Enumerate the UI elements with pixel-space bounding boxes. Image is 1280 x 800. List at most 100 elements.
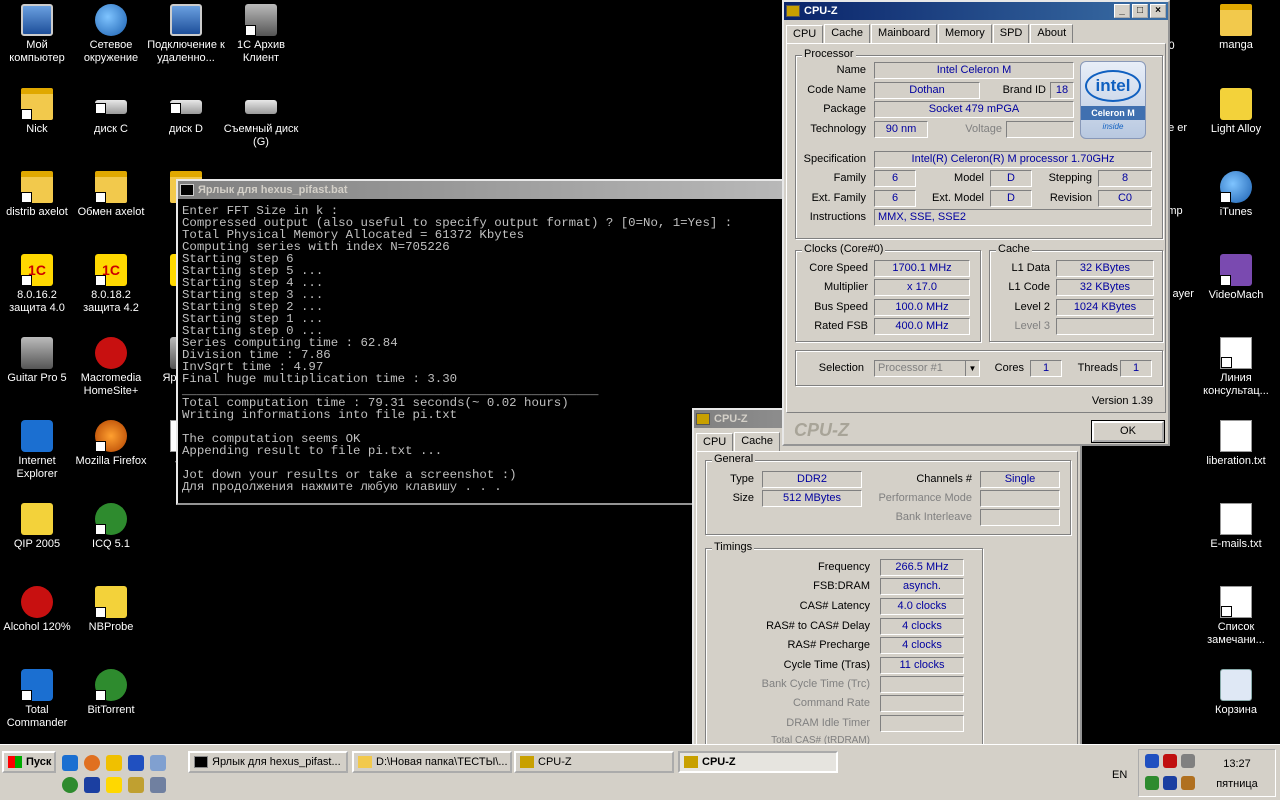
icq-icon[interactable]: ICQ 5.1 <box>71 503 151 551</box>
tab-cache[interactable]: Cache <box>824 24 871 43</box>
1c-archive-icon[interactable]: 1С Архив Клиент <box>221 4 301 65</box>
firefox-icon[interactable]: Mozilla Firefox <box>71 420 151 468</box>
task-cpuz-1[interactable]: CPU-Z <box>514 751 674 773</box>
alcohol-icon[interactable]: Alcohol 120% <box>0 586 77 634</box>
close-button[interactable]: × <box>1150 4 1166 18</box>
processor-select[interactable]: Processor #1 ▼ <box>874 360 980 377</box>
archive-quicklaunch-icon[interactable] <box>128 777 144 793</box>
word-quicklaunch-icon[interactable] <box>128 755 144 771</box>
folder-distrib-icon[interactable]: distrib axelot <box>0 171 77 219</box>
timings-group-title: Timings <box>712 541 755 553</box>
frequency-value: 266.5 MHz <box>880 559 964 576</box>
processor-group-title: Processor <box>802 48 856 60</box>
language-indicator[interactable]: EN <box>1112 769 1127 781</box>
folder-obmen-icon[interactable]: Обмен axelot <box>71 171 151 219</box>
liberation-txt-icon[interactable]: liberation.txt <box>1196 420 1276 468</box>
guitar-pro-icon[interactable]: Guitar Pro 5 <box>0 337 77 385</box>
task-explorer-label: D:\Новая папка\ТЕСТЫ\... <box>376 756 508 768</box>
network-tray-icon[interactable] <box>1145 754 1159 768</box>
itunes-icon[interactable]: iTunes <box>1196 171 1276 219</box>
minimize-button[interactable]: _ <box>1114 4 1130 18</box>
cache-group: Cache L1 Data 32 KBytes L1 Code 32 KByte… <box>989 243 1163 342</box>
folder-nick-icon[interactable]: Nick <box>0 88 77 136</box>
recycle-bin-icon[interactable]: Корзина <box>1196 669 1276 717</box>
remote-desktop-icon[interactable]: Подключение к удаленно... <box>146 4 226 65</box>
task-explorer[interactable]: D:\Новая папка\ТЕСТЫ\... <box>352 751 512 773</box>
network-quicklaunch-icon[interactable] <box>150 777 166 793</box>
liniya-doc-icon[interactable]: Линия консультац... <box>1196 337 1276 398</box>
extmodel-label: Ext. Model <box>932 192 984 204</box>
task-console[interactable]: Ярлык для hexus_pifast... <box>188 751 348 773</box>
maximize-button[interactable]: □ <box>1132 4 1148 18</box>
bus-speed-label: Bus Speed <box>814 301 868 313</box>
icq-quicklaunch-icon[interactable] <box>62 777 78 793</box>
drive-g-icon[interactable]: Съемный диск (G) <box>221 88 301 149</box>
tab-cache[interactable]: Cache <box>734 432 781 451</box>
volume-tray-icon[interactable] <box>1181 776 1195 790</box>
bittorrent-icon[interactable]: BitTorrent <box>71 669 151 717</box>
tab-about[interactable]: About <box>1030 24 1074 43</box>
clock-time[interactable]: 13:27 <box>1209 758 1265 770</box>
tab-cpu[interactable]: CPU <box>786 25 824 44</box>
nbprobe-icon[interactable]: NBProbe <box>71 586 151 634</box>
channels-label: Channels # <box>916 473 972 485</box>
type-value: DDR2 <box>762 471 862 488</box>
drive-d-icon[interactable]: диск D <box>146 88 226 136</box>
tab-cpu[interactable]: CPU <box>696 433 734 452</box>
family-label: Family <box>833 172 866 184</box>
tab-spd[interactable]: SPD <box>992 24 1030 43</box>
clocks-group: Clocks (Core#0) Core Speed 1700.1 MHz Mu… <box>795 243 981 342</box>
tab-mainboard[interactable]: Mainboard <box>871 24 938 43</box>
channels-value: Single <box>980 471 1060 488</box>
chevron-down-icon[interactable]: ▼ <box>965 361 979 376</box>
bittorrent-logo-icon <box>95 669 127 701</box>
ok-button[interactable]: OK <box>1091 420 1165 443</box>
start-button[interactable]: Пуск <box>2 751 56 773</box>
homesite-icon[interactable]: Macromedia HomeSite+ <box>71 337 151 398</box>
total-commander-quicklaunch-icon[interactable] <box>84 777 100 793</box>
qip-icon[interactable]: QIP 2005 <box>0 503 77 551</box>
cpuz-main-window[interactable]: CPU-Z _ □ × CPU Cache Mainboard Memory S… <box>782 0 1170 446</box>
usb-tray-icon[interactable] <box>1163 776 1177 790</box>
desktop-quicklaunch-icon[interactable] <box>150 755 166 771</box>
qip-logo-icon <box>21 503 53 535</box>
1c-80182-icon[interactable]: 1С 8.0.18.2 защита 4.2 <box>71 254 151 315</box>
1c-quicklaunch-icon[interactable] <box>106 777 122 793</box>
media-quicklaunch-icon[interactable] <box>106 755 122 771</box>
fsb-dram-value: asynch. <box>880 578 964 595</box>
network-places-icon[interactable]: Сетевое окружение <box>71 4 151 65</box>
cpuz-memory-window[interactable]: CPU-Z CPU Cache General Type DDR2 Size 5… <box>692 408 1082 744</box>
cores-value: 1 <box>1030 360 1062 377</box>
internet-explorer-icon[interactable]: Internet Explorer <box>0 420 77 481</box>
1c-80162-icon[interactable]: 1С 8.0.16.2 защита 4.0 <box>0 254 77 315</box>
tool-tray-icon[interactable] <box>1181 754 1195 768</box>
task-cpuz-2[interactable]: CPU-Z <box>678 751 838 773</box>
drive-c-icon[interactable]: диск C <box>71 88 151 136</box>
brandid-value: 18 <box>1050 82 1074 99</box>
console-app-icon <box>180 184 194 196</box>
rated-fsb-value: 400.0 MHz <box>874 318 970 335</box>
spisok-xls-icon[interactable]: Список замечани... <box>1196 586 1276 647</box>
floppy-icon <box>21 669 53 701</box>
light-alloy-icon[interactable]: Light Alloy <box>1196 88 1276 136</box>
tab-memory[interactable]: Memory <box>938 24 992 43</box>
window-controls: _ □ × <box>1114 4 1166 18</box>
firefox-quicklaunch-icon[interactable] <box>84 755 100 771</box>
level2-label: Level 2 <box>1014 301 1050 313</box>
voltage-value <box>1006 121 1074 138</box>
ie-quicklaunch-icon[interactable] <box>62 755 78 771</box>
cpuz-main-titlebar[interactable]: CPU-Z _ □ × <box>784 2 1168 20</box>
icq-tray-icon[interactable] <box>1145 776 1159 790</box>
videomach-icon[interactable]: VideoMach <box>1196 254 1276 302</box>
network-icon <box>95 4 127 36</box>
manga-folder-icon[interactable]: manga <box>1196 4 1276 52</box>
emails-txt-icon[interactable]: E-mails.txt <box>1196 503 1276 551</box>
removable-drive-icon <box>245 100 277 114</box>
cpuz-main-title: CPU-Z <box>804 5 838 17</box>
level3-value <box>1056 318 1154 335</box>
my-computer-icon[interactable]: Мой компьютер <box>0 4 77 65</box>
total-commander-icon[interactable]: Total Commander <box>0 669 77 730</box>
task-console-label: Ярлык для hexus_pifast... <box>212 756 341 768</box>
antivirus-tray-icon[interactable] <box>1163 754 1177 768</box>
console-titlebar[interactable]: Ярлык для hexus_pifast.bat <box>178 181 784 199</box>
